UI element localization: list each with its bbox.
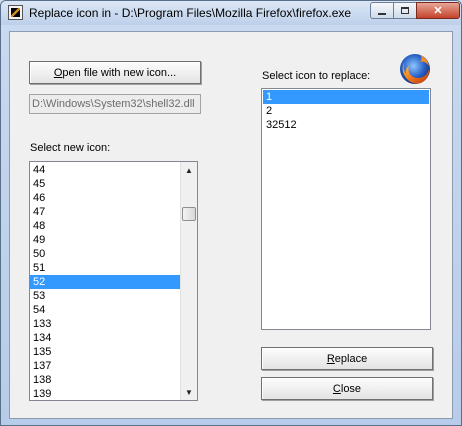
minimize-button[interactable] <box>370 2 394 19</box>
close-window-button[interactable]: ✕ <box>416 2 460 19</box>
replace-button[interactable]: Replace <box>261 347 433 370</box>
dialog-body: Open file with new icon... D:\Windows\Sy… <box>9 31 453 419</box>
replace-icon-list-item[interactable]: 2 <box>263 104 429 118</box>
close-icon: ✕ <box>433 5 443 17</box>
select-new-icon-label: Select new icon: <box>30 142 111 154</box>
new-icon-list-item[interactable]: 46 <box>30 191 180 205</box>
new-icon-list-item[interactable]: 48 <box>30 219 180 233</box>
scroll-up-arrow-icon[interactable]: ▲ <box>181 162 197 178</box>
window-title: Replace icon in - D:\Program Files\Mozil… <box>29 6 352 20</box>
replace-icon-list[interactable]: 1 2 32512 <box>261 88 431 330</box>
maximize-icon <box>401 7 409 14</box>
title-bar[interactable]: Replace icon in - D:\Program Files\Mozil… <box>1 1 461 25</box>
new-icon-list-item[interactable]: 133 <box>30 317 180 331</box>
replace-icon-window: Replace icon in - D:\Program Files\Mozil… <box>0 0 462 426</box>
new-icon-list-item[interactable]: 53 <box>30 289 180 303</box>
scroll-down-arrow-icon[interactable]: ▼ <box>181 384 197 400</box>
new-icon-list-item[interactable]: 137 <box>30 359 180 373</box>
new-icon-list-item[interactable]: 44 <box>30 163 180 177</box>
new-icon-list-item[interactable]: 50 <box>30 247 180 261</box>
open-file-button[interactable]: Open file with new icon... <box>29 61 201 84</box>
firefox-logo-icon <box>400 54 430 84</box>
new-icon-scrollbar[interactable]: ▲ ▼ <box>180 162 197 400</box>
replace-icon-list-item[interactable]: 1 <box>263 90 429 104</box>
new-icon-items: 44 45 46 47 48 49 50 51 52 53 54 133 134 135 137 138 139 <box>30 163 180 400</box>
new-icon-list-item[interactable]: 54 <box>30 303 180 317</box>
replace-icon-list-item[interactable]: 32512 <box>263 118 429 132</box>
new-icon-list[interactable]: 44 45 46 47 48 49 50 51 52 53 54 133 134 135 137 138 139… <box>29 161 198 401</box>
close-button[interactable]: Close <box>261 377 433 400</box>
new-icon-list-item[interactable]: 49 <box>30 233 180 247</box>
select-icon-to-replace-label: Select icon to replace: <box>262 70 371 82</box>
app-icon[interactable] <box>8 5 23 20</box>
new-icon-list-item[interactable]: 52 <box>30 275 180 289</box>
maximize-button[interactable] <box>393 2 417 19</box>
new-icon-list-item[interactable]: 139 <box>30 387 180 400</box>
new-icon-list-item[interactable]: 51 <box>30 261 180 275</box>
new-icon-list-item[interactable]: 134 <box>30 331 180 345</box>
new-icon-list-item[interactable]: 138 <box>30 373 180 387</box>
icon-file-path-field[interactable]: D:\Windows\System32\shell32.dll <box>29 94 201 114</box>
scroll-thumb[interactable] <box>182 207 196 221</box>
minimize-icon <box>378 12 386 15</box>
new-icon-list-item[interactable]: 47 <box>30 205 180 219</box>
new-icon-list-item[interactable]: 45 <box>30 177 180 191</box>
new-icon-list-item[interactable]: 135 <box>30 345 180 359</box>
replace-icon-items: 1 2 32512 <box>263 90 429 132</box>
